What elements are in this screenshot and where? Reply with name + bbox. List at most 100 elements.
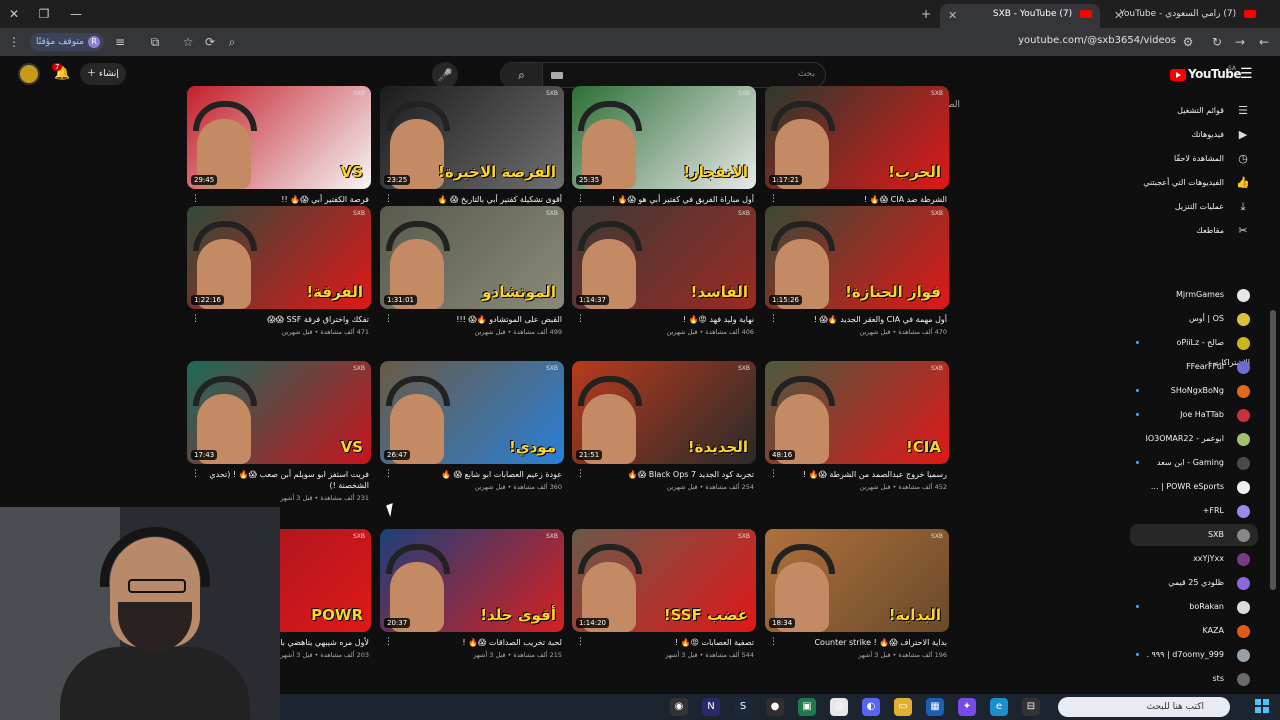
search-box[interactable]: ⌕ بحث [500, 62, 826, 88]
video-thumbnail[interactable]: الموتشادو SXB 1:31:01 [380, 206, 564, 309]
taskbar-search[interactable]: اكتب هنا للبحث [1058, 697, 1230, 717]
video-card[interactable]: الجديدة! SXB 21:51 تجربة كود الجديد Black O… [572, 361, 756, 513]
subscription-item[interactable]: SXB [1130, 524, 1258, 546]
video-thumbnail[interactable]: الفرقة! SXB 1:22:16 [187, 206, 371, 309]
more-actions-icon[interactable]: ⋮ [191, 194, 200, 204]
video-title[interactable]: أول مهمة في CIA والعقر الجديد 🔥😱 ! [777, 314, 947, 325]
more-actions-icon[interactable]: ⋮ [769, 194, 778, 204]
guide-menu-icon[interactable]: ☰ [1240, 66, 1253, 82]
taskview-icon[interactable]: ⊟ [1022, 698, 1040, 716]
zoom-icon[interactable]: ⌕ [222, 32, 242, 52]
video-card[interactable]: البداية! SXB 18:34 بداية الاحتراف 😱🔥 ! Coun… [765, 529, 949, 681]
subscription-item[interactable]: FFearFFul [1130, 356, 1258, 378]
steam-icon[interactable]: S [734, 698, 752, 716]
video-thumbnail[interactable]: البداية! SXB 18:34 [765, 529, 949, 632]
tab-close-icon[interactable]: ✕ [948, 6, 957, 26]
video-title[interactable]: رسميا خروج عبدالصمد من الشرطة 😱🔥 ! [777, 469, 947, 480]
subscription-item[interactable]: xxYjYxx [1130, 548, 1258, 570]
search-input[interactable]: بحث [798, 69, 815, 79]
video-thumbnail[interactable]: الانفجار! SXB 25:35 [572, 86, 756, 189]
sidebar-scrollbar[interactable] [1270, 310, 1276, 590]
more-actions-icon[interactable]: ⋮ [769, 314, 778, 324]
create-button[interactable]: ＋ إنشاء [80, 63, 126, 85]
video-card[interactable]: الفاسد! SXB 1:14:37 نهاية وليد فهد 😡🔥 ! 406 … [572, 206, 756, 358]
subscription-item[interactable]: Gaming - ابن سعد [1130, 452, 1258, 474]
video-title[interactable]: بداية الاحتراف 😱🔥 ! Counter strike [777, 637, 947, 648]
tab-close-icon[interactable]: ✕ [1114, 6, 1123, 26]
sidebar-item-liked-videos[interactable]: 👍 الفيديوهات التي أعجبتني [1130, 172, 1258, 194]
notifications-bell-icon[interactable]: 🔔 7 [52, 63, 70, 81]
bookmark-star-icon[interactable]: ☆ [178, 32, 198, 52]
video-card[interactable]: فواز الجنازة! SXB 1:15:26 أول مهمة في CIA و… [765, 206, 949, 358]
more-actions-icon[interactable]: ⋮ [384, 314, 393, 324]
tab-rami[interactable]: ✕ (7) رامي السعودي - YouTube [1114, 4, 1264, 28]
video-thumbnail[interactable]: فواز الجنازة! SXB 1:15:26 [765, 206, 949, 309]
video-title[interactable]: أول مباراة الفريق في كفتير أبي هو 😱🔥 ! [584, 194, 754, 205]
subscription-item[interactable]: OS | أوس [1130, 308, 1258, 330]
video-thumbnail[interactable]: الحرب! SXB 1:17:21 [765, 86, 949, 189]
minimize-window-icon[interactable]: — [66, 4, 86, 24]
search-icon[interactable]: ⌕ [501, 63, 543, 87]
more-actions-icon[interactable]: ⋮ [576, 637, 585, 647]
video-title[interactable]: عودة زعيم العصابات ابو شابع 😱 🔥 [392, 469, 562, 480]
reading-list-icon[interactable]: ≡ [110, 32, 130, 52]
profile-paused-button[interactable]: متوقف مؤقتًا R [30, 33, 104, 51]
sidebar-item-playlist[interactable]: ☰ قوائم التشغيل [1130, 100, 1258, 122]
subscription-item[interactable]: MjrmGames [1130, 284, 1258, 306]
windows-start-icon[interactable] [1255, 699, 1269, 713]
address-bar[interactable]: youtube.com/@sxb3654/videos [1000, 35, 1176, 46]
video-card[interactable]: VS SXB 17:43 فريت استفز ابو سويلم أبن صعب 😱… [187, 361, 371, 513]
video-thumbnail[interactable]: الجديدة! SXB 21:51 [572, 361, 756, 464]
video-thumbnail[interactable]: أقوى جلد! SXB 20:37 [380, 529, 564, 632]
subscription-item[interactable]: POWR eSports | ... [1130, 476, 1258, 498]
forward-icon[interactable]: → [1230, 32, 1250, 52]
video-title[interactable]: فرصة الكفتير أبي 😱🔥 !! [199, 194, 369, 205]
subscription-item[interactable]: ابوعمر - BO3OMAR22 [1130, 428, 1258, 450]
video-thumbnail[interactable]: VS SXB 29:45 [187, 86, 371, 189]
more-actions-icon[interactable]: ⋮ [384, 469, 393, 479]
reload-icon[interactable]: ↻ [1207, 32, 1227, 52]
video-card[interactable]: مودي! SXB 26:47 عودة زعيم العصابات ابو شابع… [380, 361, 564, 513]
store-icon[interactable]: ▦ [926, 698, 944, 716]
more-actions-icon[interactable]: ⋮ [191, 469, 200, 479]
video-thumbnail[interactable]: غضب SSF! SXB 1:14:20 [572, 529, 756, 632]
app-green-icon[interactable]: ▣ [798, 698, 816, 716]
video-title[interactable]: الشرطة ضد CIA 😱🔥 ! [777, 194, 947, 205]
files-icon[interactable]: ▭ [894, 698, 912, 716]
tab-sxb[interactable]: ✕ (7) SXB - YouTube [940, 4, 1100, 28]
subscription-item[interactable]: FRL+ [1130, 500, 1258, 522]
subscription-item[interactable]: d7oomy_999 | ٩٩٩ ... [1130, 644, 1258, 666]
video-card[interactable]: الموتشادو SXB 1:31:01 القبض على الموتشادو 🔥… [380, 206, 564, 358]
sidebar-item-clips[interactable]: ✂ مقاطعك [1130, 220, 1258, 242]
video-thumbnail[interactable]: الفرصة الاخيرة! SXB 23:25 [380, 86, 564, 189]
sidebar-item-your-videos[interactable]: ▶ فيديوهاتك [1130, 124, 1258, 146]
subscription-item[interactable]: ظلودي 25 قيمي [1130, 572, 1258, 594]
video-thumbnail[interactable]: VS SXB 17:43 [187, 361, 371, 464]
video-title[interactable]: تصفية العصابات 😡🔥 ! [584, 637, 754, 648]
video-card[interactable]: CIA! SXB 48:16 رسميا خروج عبدالصمد من الشرط… [765, 361, 949, 513]
video-title[interactable]: نهاية وليد فهد 😡🔥 ! [584, 314, 754, 325]
restore-window-icon[interactable]: ❐ [34, 4, 54, 24]
edge-icon[interactable]: e [990, 698, 1008, 716]
video-title[interactable]: القبض على الموتشادو 🔥😱 !!! [392, 314, 562, 325]
account-avatar[interactable] [18, 63, 40, 85]
more-actions-icon[interactable]: ⋮ [576, 469, 585, 479]
screenshot-icon[interactable]: ⟳ [200, 32, 220, 52]
video-card[interactable]: غضب SSF! SXB 1:14:20 تصفية العصابات 😡🔥 ! 544… [572, 529, 756, 681]
video-title[interactable]: لحبة تخريب الصداقات 😱🔥 ! [392, 637, 562, 648]
more-actions-icon[interactable]: ⋮ [576, 194, 585, 204]
next-icon[interactable]: N [702, 698, 720, 716]
subscription-item[interactable]: boRakan [1130, 596, 1258, 618]
more-actions-icon[interactable]: ⋮ [769, 637, 778, 647]
subscription-item[interactable]: صالح - oPiiLz [1130, 332, 1258, 354]
keyboard-icon[interactable] [551, 72, 563, 79]
sidebar-item-watch-later[interactable]: ◷ المشاهدة لاحقًا [1130, 148, 1258, 170]
video-title[interactable]: أقوى تشكيلة كفتير أبي بالتاريخ 😱 🔥 [392, 194, 562, 205]
media-player-icon[interactable]: ◉ [670, 698, 688, 716]
video-title[interactable]: تفكك واختراق فرقة SSF 😱😱 [199, 314, 369, 325]
new-tab-button[interactable]: + [916, 4, 936, 24]
obs-icon[interactable]: ● [766, 698, 784, 716]
subscription-item[interactable]: Joe HaTTab [1130, 404, 1258, 426]
sidebar-item-downloads[interactable]: ⤓ عمليات التنزيل [1130, 196, 1258, 218]
video-card[interactable]: أقوى جلد! SXB 20:37 لحبة تخريب الصداقات 😱🔥 … [380, 529, 564, 681]
